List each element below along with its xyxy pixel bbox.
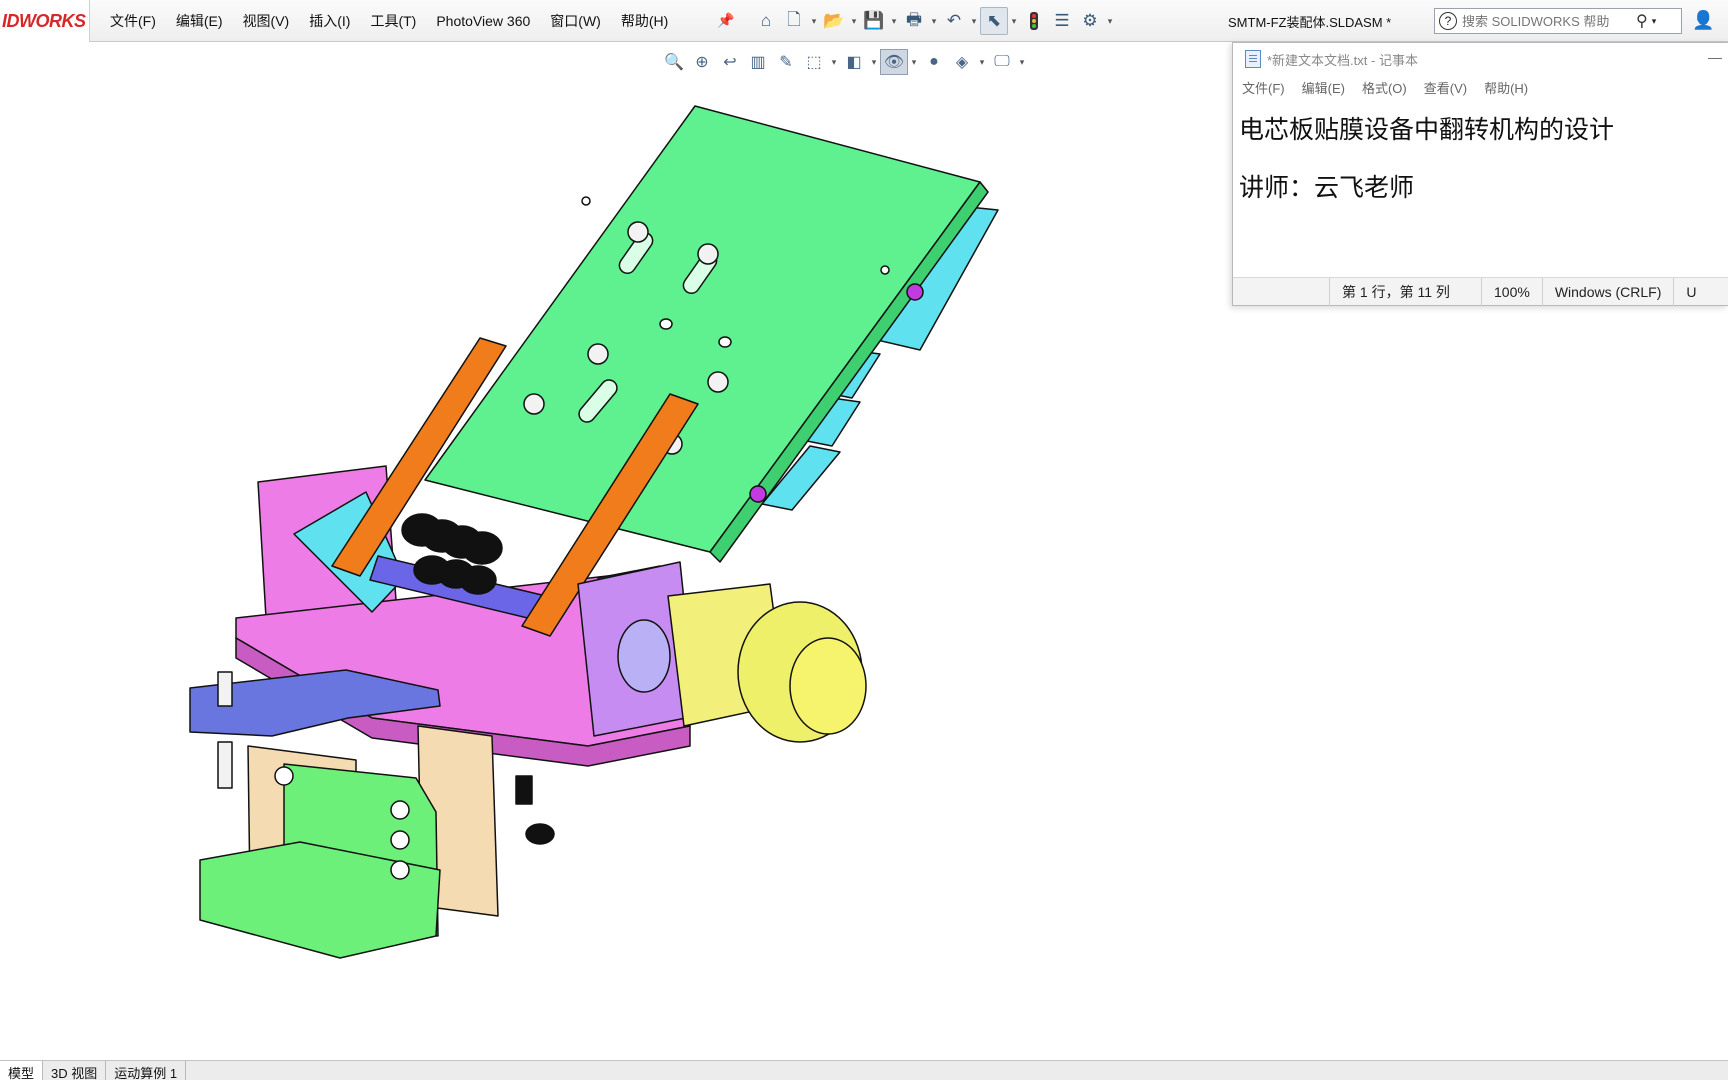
notepad-status-bar: 第 1 行，第 11 列 100% Windows (CRLF) U — [1233, 277, 1728, 306]
menu-bar: 文件(F) 编辑(E) 视图(V) 插入(I) 工具(T) PhotoView … — [110, 0, 688, 42]
menu-window[interactable]: 窗口(W) — [550, 11, 601, 31]
view-orientation-icon[interactable]: ⬚ — [800, 49, 828, 75]
notepad-titlebar[interactable]: *新建文本文档.txt - 记事本 — — [1233, 43, 1728, 75]
notepad-menu-edit[interactable]: 编辑(E) — [1302, 78, 1345, 97]
search-icon[interactable]: ⚲ — [1636, 11, 1648, 31]
dynamic-annotation-icon[interactable]: ✎ — [772, 49, 800, 75]
previous-view-icon[interactable]: ↩ — [716, 49, 744, 75]
tab-3d-view[interactable]: 3D 视图 — [43, 1061, 107, 1080]
menu-file[interactable]: 文件(F) — [110, 11, 156, 31]
open-dropdown[interactable]: ▾ — [848, 16, 860, 27]
hide-show-dropdown[interactable]: ▾ — [908, 57, 920, 68]
status-position: 第 1 行，第 11 列 — [1329, 277, 1481, 306]
heads-up-view-toolbar: 🔍 ⊕ ↩ ▥ ✎ ⬚ ▾ ◧ ▾ 👁 ▾ ● ◈ ▾ 🖵 ▾ — [660, 48, 1028, 76]
menu-view[interactable]: 视图(V) — [243, 11, 290, 31]
select-icon[interactable]: ⬉ — [980, 7, 1008, 35]
bottom-tab-bar: 模型 3D 视图 运动算例 1 — [0, 1060, 1728, 1080]
document-title: SMTM-FZ装配体.SLDASM * — [1228, 15, 1392, 30]
view-settings-dropdown[interactable]: ▾ — [1016, 57, 1028, 68]
options-icon[interactable]: ⚙ — [1076, 7, 1104, 35]
view-orientation-dropdown[interactable]: ▾ — [828, 57, 840, 68]
notepad-menu-view[interactable]: 查看(V) — [1424, 78, 1467, 97]
notepad-text-area[interactable]: 电芯板贴膜设备中翻转机构的设计 讲师：云飞老师 — [1233, 99, 1728, 275]
print-dropdown[interactable]: ▾ — [928, 16, 940, 27]
apply-scene-icon[interactable]: ◈ — [948, 49, 976, 75]
notepad-title: *新建文本文档.txt - 记事本 — [1267, 52, 1418, 68]
user-icon[interactable]: 👤 — [1692, 10, 1714, 31]
undo-dropdown[interactable]: ▾ — [968, 16, 980, 27]
pin-icon[interactable]: 📌 — [717, 12, 734, 29]
status-line-ending: Windows (CRLF) — [1541, 277, 1674, 306]
print-icon[interactable]: 🖶 — [900, 7, 928, 35]
standard-toolbar: ⌂ 🗋 ▾ 📂 ▾ 💾 ▾ 🖶 ▾ ↶ ▾ ⬉ ▾ ☰ ⚙ ▾ — [752, 6, 1116, 36]
tab-motion-study[interactable]: 运动算例 1 — [106, 1061, 187, 1080]
menu-help[interactable]: 帮助(H) — [621, 11, 668, 31]
undo-icon[interactable]: ↶ — [940, 7, 968, 35]
file-properties-icon[interactable]: ☰ — [1048, 7, 1076, 35]
notepad-line-2[interactable]: 讲师：云飞老师 — [1239, 159, 1728, 217]
edit-appearance-icon[interactable]: ● — [920, 49, 948, 75]
hide-show-icon[interactable]: 👁 — [880, 49, 908, 75]
menu-edit[interactable]: 编辑(E) — [176, 11, 223, 31]
search-input[interactable] — [1462, 13, 1632, 29]
minimize-icon[interactable]: — — [1708, 49, 1722, 65]
solidworks-logo[interactable]: IDWORKS — [0, 0, 90, 42]
status-zoom: 100% — [1481, 277, 1542, 306]
tab-model[interactable]: 模型 — [0, 1061, 44, 1080]
display-style-icon[interactable]: ◧ — [840, 49, 868, 75]
rebuild-icon[interactable] — [1020, 7, 1048, 35]
open-icon[interactable]: 📂 — [820, 7, 848, 35]
new-dropdown[interactable]: ▾ — [808, 16, 820, 27]
notepad-menu-format[interactable]: 格式(O) — [1362, 78, 1407, 97]
top-toolbar: IDWORKS 文件(F) 编辑(E) 视图(V) 插入(I) 工具(T) Ph… — [0, 0, 1728, 42]
select-dropdown[interactable]: ▾ — [1008, 16, 1020, 27]
menu-tools[interactable]: 工具(T) — [370, 11, 416, 31]
display-style-dropdown[interactable]: ▾ — [868, 57, 880, 68]
notepad-menu-help[interactable]: 帮助(H) — [1484, 78, 1528, 97]
zoom-area-icon[interactable]: ⊕ — [688, 49, 716, 75]
zoom-to-fit-icon[interactable]: 🔍 — [660, 49, 688, 75]
save-dropdown[interactable]: ▾ — [888, 16, 900, 27]
notepad-window[interactable]: *新建文本文档.txt - 记事本 — 文件(F) 编辑(E) 格式(O) 查看… — [1232, 42, 1728, 306]
status-encoding: U — [1673, 277, 1708, 306]
new-doc-icon[interactable]: 🗋 — [780, 7, 808, 35]
notepad-menu-file[interactable]: 文件(F) — [1242, 78, 1285, 97]
menu-insert[interactable]: 插入(I) — [309, 11, 350, 31]
view-settings-icon[interactable]: 🖵 — [988, 49, 1016, 75]
help-icon[interactable]: ? — [1439, 12, 1457, 30]
notepad-line-1[interactable]: 电芯板贴膜设备中翻转机构的设计 — [1239, 101, 1728, 159]
notepad-icon — [1245, 50, 1261, 68]
options-dropdown[interactable]: ▾ — [1104, 16, 1116, 27]
menu-photoview[interactable]: PhotoView 360 — [436, 13, 530, 29]
search-dropdown-icon[interactable]: ▾ — [1652, 16, 1657, 27]
help-search[interactable]: ? ⚲ ▾ — [1434, 8, 1682, 34]
apply-scene-dropdown[interactable]: ▾ — [976, 57, 988, 68]
section-view-icon[interactable]: ▥ — [744, 49, 772, 75]
save-icon[interactable]: 💾 — [860, 7, 888, 35]
assembly-model-view[interactable] — [160, 100, 1020, 1030]
notepad-menu-bar: 文件(F) 编辑(E) 格式(O) 查看(V) 帮助(H) — [1233, 75, 1728, 99]
home-icon[interactable]: ⌂ — [752, 7, 780, 35]
